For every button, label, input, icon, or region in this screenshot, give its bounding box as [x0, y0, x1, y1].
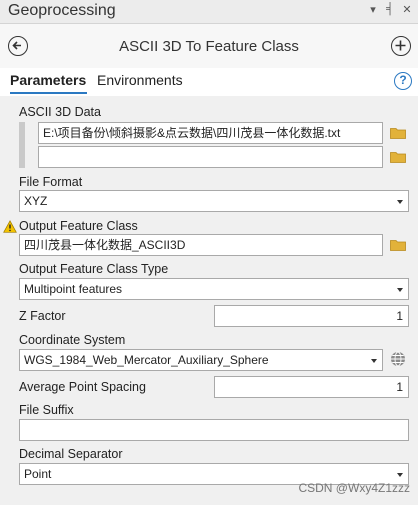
- active-tab-indicator: [10, 92, 87, 94]
- watermark: CSDN @Wxy4Z1zzz: [298, 481, 410, 495]
- dropdown-arrow-icon: [397, 200, 403, 204]
- ascii-data-input-2[interactable]: [38, 146, 383, 168]
- coord-sys-select[interactable]: WGS_1984_Web_Mercator_Auxiliary_Sphere: [19, 349, 383, 371]
- avg-spacing-input[interactable]: 1: [214, 376, 409, 398]
- browse-folder-icon[interactable]: [390, 238, 406, 251]
- tool-title: ASCII 3D To Feature Class: [119, 38, 299, 55]
- output-type-label: Output Feature Class Type: [19, 262, 169, 276]
- ascii-data-input[interactable]: E:\项目备份\倾斜摄影&点云数据\四川茂县一体化数据.txt: [38, 122, 383, 144]
- pin-button[interactable]: ╡: [383, 3, 397, 15]
- tab-bar: Parameters Environments: [0, 68, 418, 94]
- output-type-value: Multipoint features: [24, 282, 123, 296]
- window-title: Geoprocessing: [8, 2, 116, 19]
- coord-sys-value: WGS_1984_Web_Mercator_Auxiliary_Sphere: [24, 353, 269, 367]
- browse-folder-icon[interactable]: [390, 126, 406, 139]
- avg-spacing-label: Average Point Spacing: [19, 380, 146, 394]
- warning-icon: [3, 220, 17, 233]
- z-factor-label: Z Factor: [19, 309, 66, 323]
- pane-menu-button[interactable]: ▾: [366, 3, 380, 16]
- window-titlebar: Geoprocessing ▾ ╡ ✕: [0, 0, 418, 24]
- add-button[interactable]: [391, 36, 411, 56]
- plus-icon: [395, 40, 406, 51]
- decimal-sep-value: Point: [24, 467, 52, 481]
- output-type-select[interactable]: Multipoint features: [19, 278, 409, 300]
- output-fc-input[interactable]: 四川茂县一体化数据_ASCII3D: [19, 234, 383, 256]
- tool-header: ASCII 3D To Feature Class: [0, 24, 418, 68]
- file-format-value: XYZ: [24, 194, 48, 208]
- coord-sys-label: Coordinate System: [19, 333, 126, 347]
- close-pane-button[interactable]: ✕: [400, 3, 414, 16]
- tab-parameters[interactable]: Parameters: [10, 72, 86, 88]
- file-suffix-input[interactable]: [19, 419, 409, 441]
- z-factor-input[interactable]: 1: [214, 305, 409, 327]
- decimal-sep-label: Decimal Separator: [19, 447, 123, 461]
- multivalue-bar: [19, 122, 25, 168]
- file-format-select[interactable]: XYZ: [19, 190, 409, 212]
- ascii-data-label: ASCII 3D Data: [19, 105, 101, 119]
- file-format-label: File Format: [19, 175, 83, 189]
- browse-folder-icon[interactable]: [390, 150, 406, 163]
- help-icon[interactable]: ?: [394, 72, 412, 90]
- dropdown-arrow-icon: [397, 473, 403, 477]
- file-suffix-label: File Suffix: [19, 403, 74, 417]
- output-fc-label: Output Feature Class: [19, 219, 138, 233]
- dropdown-arrow-icon: [397, 288, 403, 292]
- tab-environments[interactable]: Environments: [97, 72, 183, 88]
- globe-icon[interactable]: [390, 351, 406, 367]
- dropdown-arrow-icon: [371, 359, 377, 363]
